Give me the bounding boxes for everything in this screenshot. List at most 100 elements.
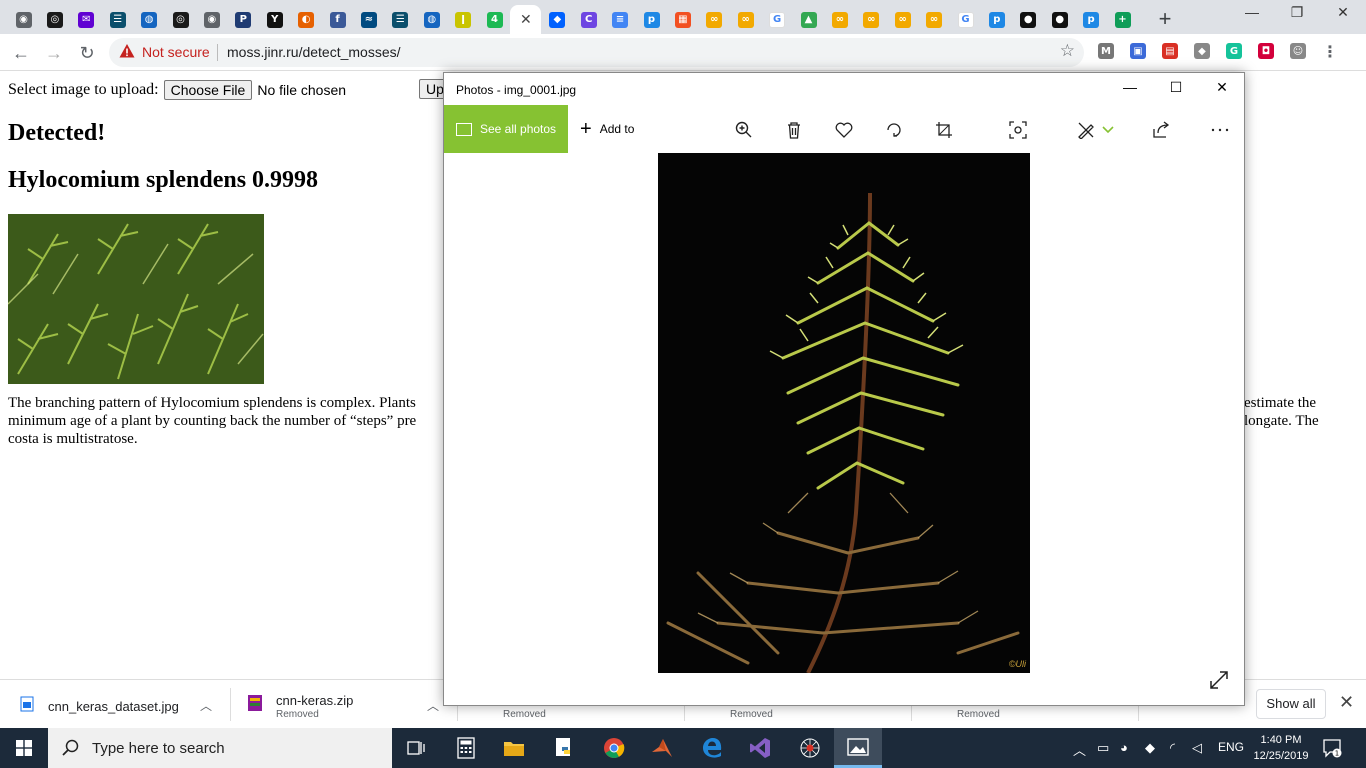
camera-icon[interactable]: ▣ <box>1130 43 1146 59</box>
m-icon[interactable]: M <box>1098 43 1114 59</box>
menu-icon[interactable]: ⋮ <box>1322 42 1338 61</box>
browser-tab[interactable]: G <box>762 5 793 34</box>
browser-tab[interactable]: ● <box>1013 5 1044 34</box>
back-button[interactable]: ← <box>8 40 34 66</box>
photos-minimize-button[interactable]: — <box>1108 79 1152 101</box>
rotate-icon[interactable] <box>883 119 905 141</box>
new-tab-button[interactable]: + <box>1152 6 1178 32</box>
chevron-up-icon[interactable]: ︿ <box>200 697 212 714</box>
url-text[interactable]: moss.jinr.ru/detect_mosses/ <box>227 44 401 60</box>
edge-icon[interactable] <box>688 728 736 768</box>
browser-tab[interactable]: 4 <box>479 5 510 34</box>
browser-tab[interactable]: ∞ <box>730 5 761 34</box>
see-all-photos-button[interactable]: See all photos <box>444 105 568 153</box>
chevron-up-icon[interactable]: ︿ <box>1073 740 1086 759</box>
chevron-up-icon[interactable]: ︿ <box>427 697 439 714</box>
browser-tab[interactable]: ≡ <box>605 5 636 34</box>
grammarly-icon[interactable]: G <box>1226 43 1242 59</box>
calculator-icon[interactable] <box>442 728 490 768</box>
bookmark-star-icon[interactable]: ☆ <box>1060 41 1075 61</box>
browser-tab[interactable]: ◎ <box>39 5 70 34</box>
language-indicator[interactable]: ENG <box>1218 740 1244 754</box>
restore-window-button[interactable]: ❐ <box>1274 4 1320 28</box>
address-bar[interactable]: Not secure moss.jinr.ru/detect_mosses/ ☆ <box>109 38 1084 67</box>
browser-tab[interactable]: ☰ <box>385 5 416 34</box>
choose-file-button[interactable]: Choose File <box>163 80 253 100</box>
browser-tab[interactable]: ☰ <box>102 5 133 34</box>
profile-icon[interactable]: ☺ <box>1290 43 1306 59</box>
browser-tab[interactable]: ∞ <box>856 5 887 34</box>
reload-button[interactable]: ↻ <box>74 40 100 66</box>
photos-maximize-button[interactable]: ☐ <box>1154 79 1198 101</box>
battery-icon[interactable]: ▭ <box>1097 740 1109 756</box>
browser-tab[interactable]: Y <box>259 5 290 34</box>
browser-tab[interactable]: ✉ <box>71 5 102 34</box>
close-shelf-button[interactable]: ✕ <box>1339 692 1354 713</box>
browser-tab[interactable]: ◎ <box>165 5 196 34</box>
dropbox-tray-icon[interactable]: ◆ <box>1145 740 1155 756</box>
notification-icon[interactable]: 1 <box>1322 738 1342 758</box>
active-tab[interactable]: ✕ <box>510 5 542 34</box>
browser-tab[interactable]: G <box>950 5 981 34</box>
forward-button[interactable]: → <box>41 40 67 66</box>
browser-tab[interactable]: ≈ <box>353 5 384 34</box>
start-button[interactable] <box>0 728 48 768</box>
matlab-icon[interactable] <box>638 728 686 768</box>
python-file-icon[interactable] <box>540 728 588 768</box>
chrome-icon[interactable] <box>590 728 638 768</box>
expand-fullscreen-icon[interactable] <box>1208 669 1230 691</box>
task-view-icon[interactable] <box>392 728 440 768</box>
browser-tab[interactable]: C <box>573 5 604 34</box>
wifi-icon[interactable]: ◜ <box>1170 740 1175 756</box>
edit-create-icon[interactable] <box>1075 119 1097 141</box>
browser-tab[interactable]: ∞ <box>887 5 918 34</box>
zoom-icon[interactable] <box>733 119 755 141</box>
browser-tab[interactable]: ◍ <box>416 5 447 34</box>
browser-tab[interactable]: ◐ <box>291 5 322 34</box>
share-icon[interactable] <box>1150 119 1172 141</box>
web-spider-icon[interactable] <box>786 728 834 768</box>
browser-tab[interactable]: ǀ <box>448 5 479 34</box>
browser-tab[interactable]: ◉ <box>196 5 227 34</box>
taskbar-clock[interactable]: 1:40 PM 12/25/2019 <box>1251 732 1311 764</box>
close-icon[interactable]: ✕ <box>520 11 532 28</box>
visual-search-icon[interactable] <box>1007 119 1029 141</box>
photos-close-button[interactable]: ✕ <box>1200 79 1244 101</box>
file-explorer-icon[interactable] <box>490 728 538 768</box>
show-all-button[interactable]: Show all <box>1256 689 1326 719</box>
visual-studio-icon[interactable] <box>736 728 784 768</box>
taskbar-search-box[interactable]: Type here to search <box>48 728 392 768</box>
favorite-heart-icon[interactable] <box>833 119 855 141</box>
minimize-window-button[interactable]: — <box>1229 4 1275 28</box>
browser-tab[interactable]: f <box>322 5 353 34</box>
more-options-icon[interactable] <box>1209 119 1231 141</box>
volume-muted-icon[interactable]: ◁ <box>1192 740 1202 756</box>
add-to-button[interactable]: + Add to <box>580 105 634 153</box>
browser-tab[interactable]: P <box>228 5 259 34</box>
download-item[interactable]: cnn_keras_dataset.jpg ︿ <box>0 680 230 729</box>
browser-tab[interactable]: ◍ <box>134 5 165 34</box>
chevron-down-icon[interactable] <box>1097 119 1119 141</box>
antivirus-icon[interactable]: ◕ <box>1120 740 1128 755</box>
download-item[interactable]: cnn-keras.zip Removed ︿ <box>230 680 457 729</box>
photos-app-icon[interactable] <box>834 728 882 768</box>
close-window-button[interactable]: ✕ <box>1320 4 1366 28</box>
crop-icon[interactable] <box>933 119 955 141</box>
dropbox-icon[interactable]: ◆ <box>1194 43 1210 59</box>
browser-tab[interactable]: ● <box>1044 5 1075 34</box>
browser-tab[interactable]: ▦ <box>667 5 698 34</box>
warning-icon[interactable] <box>119 43 135 59</box>
browser-tab[interactable]: p <box>636 5 667 34</box>
not-secure-label[interactable]: Not secure <box>142 44 210 60</box>
browser-tab[interactable]: p <box>1076 5 1107 34</box>
delete-icon[interactable] <box>783 119 805 141</box>
browser-tab[interactable]: ◆ <box>542 5 573 34</box>
browser-tab[interactable]: ∞ <box>699 5 730 34</box>
browser-tab[interactable]: ∞ <box>919 5 950 34</box>
browser-tab[interactable]: ◉ <box>8 5 39 34</box>
pocket-icon[interactable]: ◘ <box>1258 43 1274 59</box>
browser-tab[interactable]: ∞ <box>824 5 855 34</box>
browser-tab[interactable]: + <box>1107 5 1138 34</box>
browser-tab[interactable]: ▲ <box>793 5 824 34</box>
browser-tab[interactable]: p <box>981 5 1012 34</box>
